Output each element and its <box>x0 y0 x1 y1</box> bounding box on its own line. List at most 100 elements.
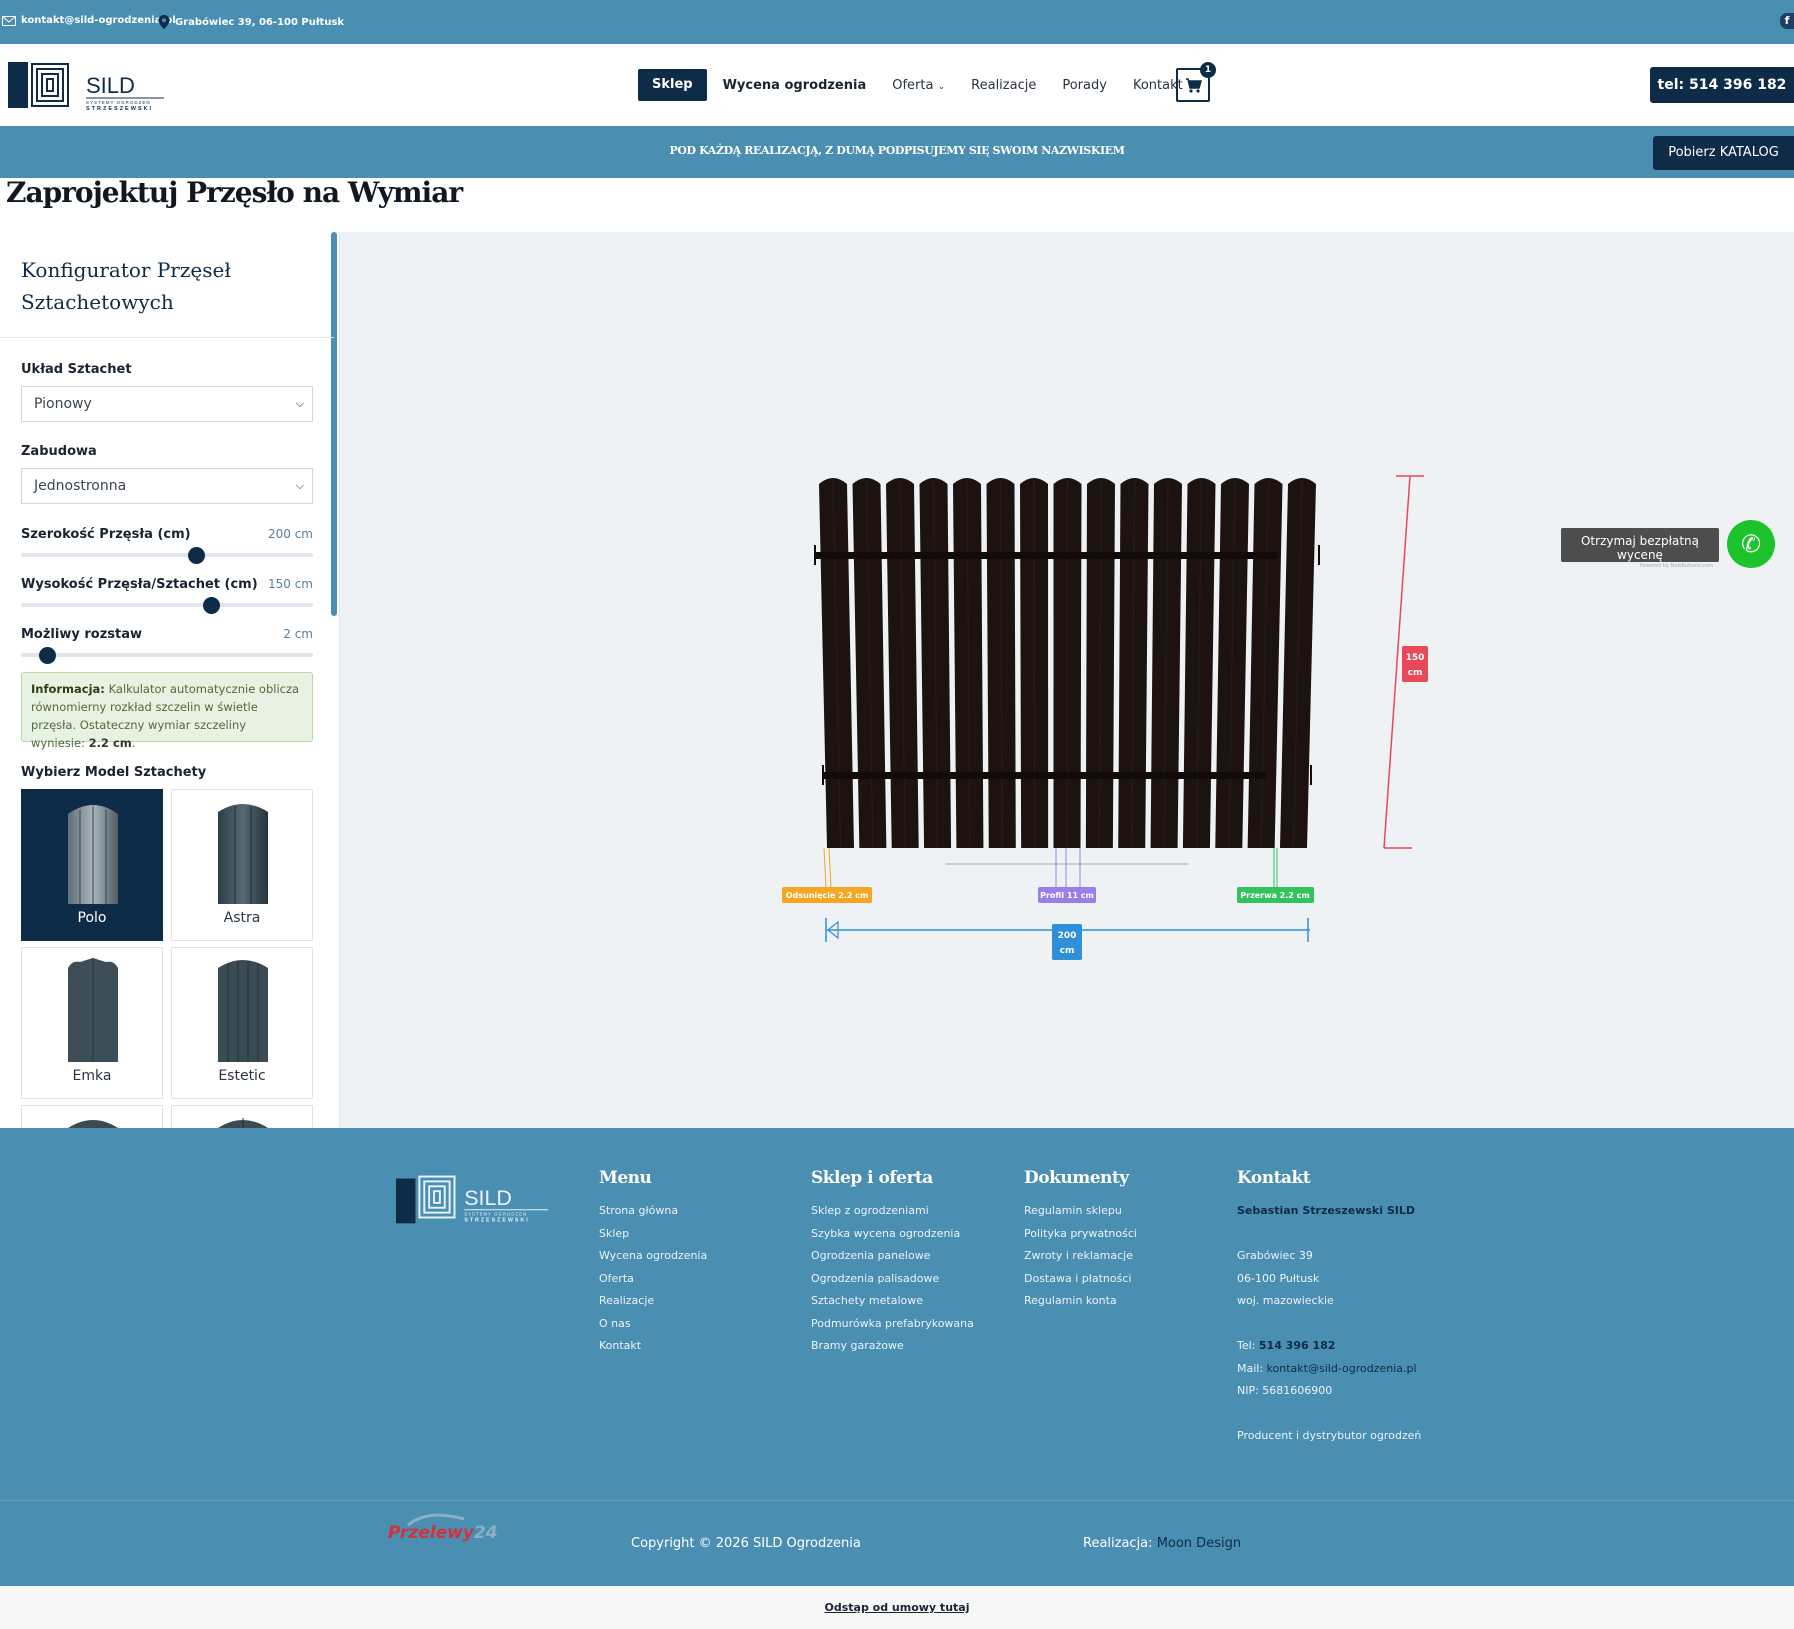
footer-link[interactable]: Zwroty i reklamacje <box>1024 1245 1137 1268</box>
chevron-down-icon: ⌵ <box>295 397 304 410</box>
width-label: Szerokość Przęsła (cm) <box>21 527 191 542</box>
svg-text:SILD: SILD <box>464 1186 512 1210</box>
sild-logo[interactable]: SILD SYSTEMY OGRODZEŃ STRZESZEWSKI <box>8 60 168 112</box>
spacing-value: 2 cm <box>283 627 313 641</box>
footer-link[interactable]: Sztachety metalowe <box>811 1290 974 1313</box>
picket-groove <box>1033 479 1036 849</box>
info-gap: 2.2 cm <box>88 736 132 750</box>
sidebar-scrollbar[interactable] <box>331 232 337 616</box>
footer-link[interactable]: Realizacje <box>599 1290 707 1313</box>
footer-link[interactable]: Ogrodzenia panelowe <box>811 1245 974 1268</box>
fence-preview[interactable]: 150 cm Odsunięcie 2.2 cm Profil 11 cm Pr… <box>340 232 1794 1128</box>
tel-label: Tel: <box>1237 1339 1256 1352</box>
phone-icon[interactable]: ✆ <box>1727 520 1775 568</box>
width-slider-track[interactable] <box>21 553 313 557</box>
height-slider-handle[interactable] <box>202 597 220 614</box>
mail-icon <box>2 15 16 26</box>
cart-button[interactable]: 1 <box>1176 62 1216 102</box>
footer-link[interactable]: Bramy garażowe <box>811 1335 974 1358</box>
model-tile-emka[interactable]: Emka <box>21 947 163 1099</box>
spacing-slider-handle[interactable] <box>39 647 57 664</box>
model-name: Emka <box>72 1068 112 1084</box>
width-label-unit: cm <box>1060 946 1075 956</box>
offset-guide <box>828 847 832 889</box>
free-quote-button[interactable]: Otrzymaj bezpłatną wycenę Powered by Now… <box>1561 528 1719 569</box>
footer-link[interactable]: Regulamin konta <box>1024 1290 1137 1313</box>
footer-docs-title: Dokumenty <box>1024 1168 1129 1188</box>
footer-mail[interactable]: Mail: kontakt@sild-ogrodzenia.pl <box>1237 1358 1421 1381</box>
model-tile-polo[interactable]: Polo <box>21 789 163 941</box>
nav-quote[interactable]: Wycena ogrodzenia <box>723 78 867 93</box>
svg-text:STRZESZEWSKI: STRZESZEWSKI <box>86 106 153 112</box>
footer-link[interactable]: Strona główna <box>599 1200 707 1223</box>
footer-link[interactable]: Oferta <box>599 1268 707 1291</box>
model-name: Astra <box>223 910 261 926</box>
picket-image <box>218 1118 268 1128</box>
build-select[interactable]: Jednostronna ⌵ <box>21 468 313 504</box>
nav-projects[interactable]: Realizacje <box>971 78 1036 93</box>
cart-count-badge: 1 <box>1200 62 1216 78</box>
footer-link[interactable]: O nas <box>599 1313 707 1336</box>
footer-phone[interactable]: Tel: 514 396 182 <box>1237 1335 1421 1358</box>
top-bar: kontakt@sild-ogrodzenia.pl Grabówiec 39,… <box>0 0 1794 44</box>
model-tile-estetic[interactable]: Estetic <box>171 947 313 1099</box>
height-slider-track[interactable] <box>21 603 313 607</box>
chevron-down-icon: ⌵ <box>295 479 304 492</box>
offset-label: Odsunięcie 2.2 cm <box>786 891 869 900</box>
rail-end <box>814 545 816 565</box>
divider <box>0 337 334 338</box>
nav-offer[interactable]: Oferta ⌄ <box>892 78 945 93</box>
model-tile[interactable] <box>171 1105 313 1128</box>
footer-link[interactable]: Szybka wycena ogrodzenia <box>811 1223 974 1246</box>
footer-link[interactable]: Sklep z ogrodzeniami <box>811 1200 974 1223</box>
free-quote-label: Otrzymaj bezpłatną wycenę <box>1580 534 1700 562</box>
lower-rail <box>824 772 1266 779</box>
footer-link[interactable]: Kontakt <box>599 1335 707 1358</box>
catalog-button[interactable]: Pobierz KATALOG <box>1653 136 1794 170</box>
przelewy24-swoosh-icon <box>407 1513 465 1527</box>
svg-text:SYSTEMY OGRODZEŃ: SYSTEMY OGRODZEŃ <box>86 99 151 105</box>
main-nav: Sklep Wycena ogrodzenia Oferta ⌄ Realiza… <box>638 69 1183 101</box>
slogan-banner: POD KAŻDĄ REALIZACJĄ, Z DUMĄ PODPISUJEMY… <box>0 126 1794 178</box>
topbar-email[interactable]: kontakt@sild-ogrodzenia.pl <box>2 15 176 26</box>
height-label-number: 150 <box>1406 653 1425 663</box>
realization: Realizacja: Moon Design <box>1083 1536 1241 1551</box>
layout-label: Układ Sztachet <box>21 362 132 377</box>
topbar-address-text: Grabówiec 39, 06-100 Pułtusk <box>175 16 345 28</box>
svg-text:SYSTEMY OGRODZEŃ: SYSTEMY OGRODZEŃ <box>464 1212 527 1217</box>
realization-label: Realizacja: <box>1083 1536 1153 1551</box>
model-tile[interactable] <box>21 1105 163 1128</box>
przelewy24-logo: Przelewy24 <box>388 1513 498 1543</box>
model-tile-astra[interactable]: Astra <box>171 789 313 941</box>
footer-logo[interactable]: SILD SYSTEMY OGRODZEŃ STRZESZEWSKI <box>396 1172 552 1224</box>
footer-link[interactable]: Regulamin sklepu <box>1024 1200 1137 1223</box>
street: Grabówiec 39 <box>1237 1249 1313 1262</box>
nav-shop[interactable]: Sklep <box>638 69 707 101</box>
footer-docs: Dokumenty Regulamin sklepu Polityka pryw… <box>1024 1168 1137 1313</box>
footer-link[interactable]: Wycena ogrodzenia <box>599 1245 707 1268</box>
rail-end <box>822 765 824 785</box>
footer: SILD SYSTEMY OGRODZEŃ STRZESZEWSKI Menu … <box>0 1128 1794 1586</box>
facebook-icon[interactable]: f <box>1780 13 1794 29</box>
layout-select[interactable]: Pionowy ⌵ <box>21 386 313 422</box>
withdrawal-link[interactable]: Odstąp od umowy tutaj <box>825 1601 970 1614</box>
footer-link[interactable]: Podmurówka prefabrykowana <box>811 1313 974 1336</box>
footer-link[interactable]: Sklep <box>599 1223 707 1246</box>
width-slider-handle[interactable] <box>188 547 206 564</box>
tel-value: 514 396 182 <box>1258 1339 1336 1352</box>
topbar-email-text: kontakt@sild-ogrodzenia.pl <box>21 15 176 26</box>
phone-button[interactable]: tel: 514 396 182 <box>1650 67 1794 103</box>
footer-shop-title: Sklep i oferta <box>811 1168 933 1188</box>
footer-link[interactable]: Polityka prywatności <box>1024 1223 1137 1246</box>
realization-link[interactable]: Moon Design <box>1157 1536 1241 1551</box>
spacing-slider-track[interactable] <box>21 653 313 657</box>
footer-link[interactable]: Dostawa i płatności <box>1024 1268 1137 1291</box>
profile-label: Profil 11 cm <box>1040 891 1094 900</box>
offset-guide <box>823 847 827 889</box>
footer-link[interactable]: Ogrodzenia palisadowe <box>811 1268 974 1291</box>
picket-image <box>68 1120 118 1128</box>
gap-label: Przerwa 2.2 cm <box>1240 891 1309 900</box>
nav-tips[interactable]: Porady <box>1062 78 1107 93</box>
city: 06-100 Pułtusk <box>1237 1271 1320 1285</box>
slogan-text: POD KAŻDĄ REALIZACJĄ, Z DUMĄ PODPISUJEMY… <box>669 144 1125 157</box>
